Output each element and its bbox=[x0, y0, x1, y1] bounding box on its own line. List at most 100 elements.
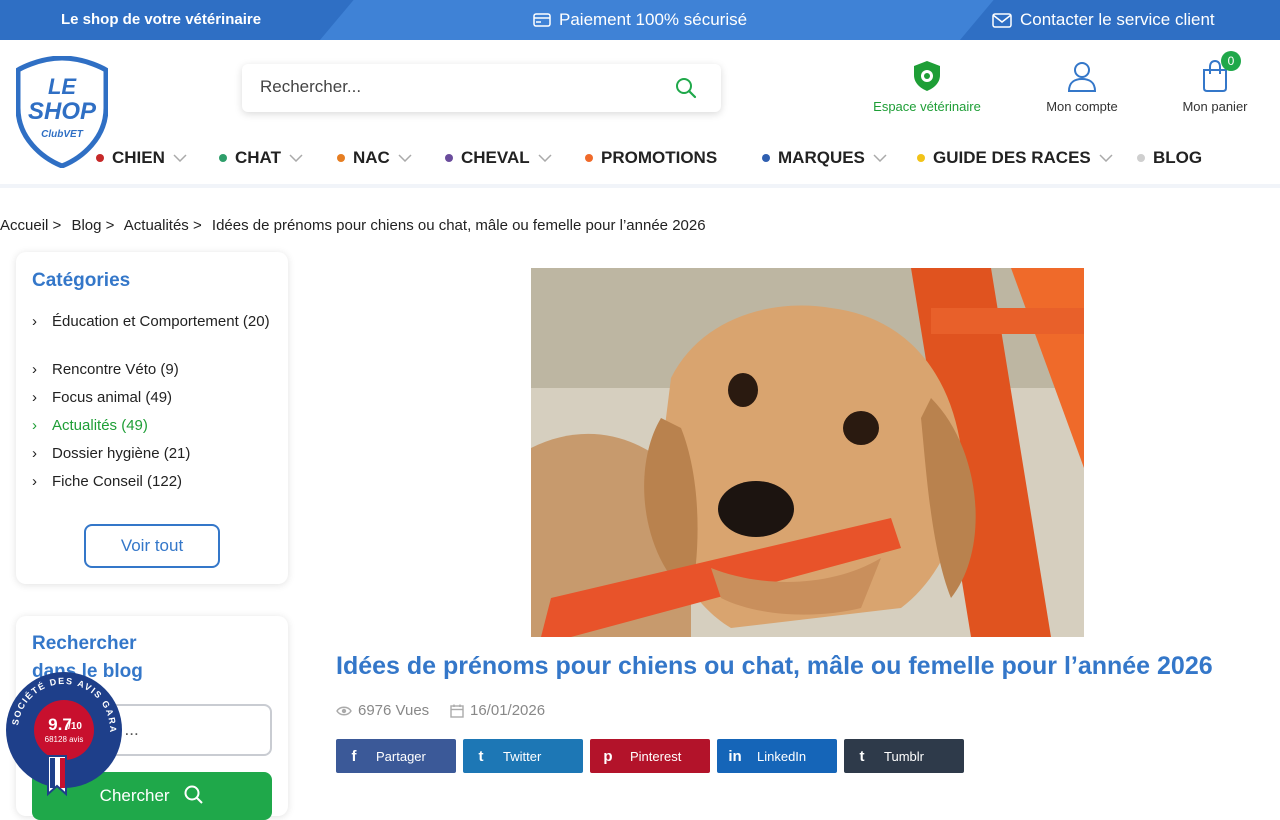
share-pinterest-button[interactable]: p Pinterest bbox=[590, 739, 710, 773]
avis-count: 68128 avis bbox=[45, 735, 84, 744]
breadcrumb-actualites[interactable]: Actualités > bbox=[124, 217, 202, 234]
chevron-right-icon: › bbox=[32, 417, 37, 434]
account-label: Mon compte bbox=[1046, 99, 1118, 114]
nav-item-cheval[interactable]: CHEVAL bbox=[445, 148, 552, 168]
chevron-down-icon bbox=[398, 154, 412, 162]
logo-line3: ClubVET bbox=[41, 129, 84, 140]
nav-dot bbox=[917, 154, 925, 162]
linkedin-icon: in bbox=[728, 747, 742, 765]
nav-item-chat[interactable]: CHAT bbox=[219, 148, 303, 168]
nav-item-promotions[interactable]: PROMOTIONS bbox=[585, 148, 717, 168]
tagline: Le shop de votre vétérinaire bbox=[61, 11, 262, 28]
vet-space-link[interactable]: Espace vétérinaire bbox=[868, 60, 986, 114]
cart-count-badge: 0 bbox=[1221, 51, 1241, 71]
cart-label: Mon panier bbox=[1182, 99, 1248, 114]
nav-label: CHAT bbox=[235, 148, 281, 167]
search-input[interactable] bbox=[260, 77, 660, 97]
share-label: Twitter bbox=[503, 748, 542, 764]
category-link[interactable]: › Rencontre Véto (9) bbox=[32, 360, 272, 380]
chevron-right-icon: › bbox=[32, 445, 37, 462]
contact-link[interactable]: Contacter le service client bbox=[992, 0, 1215, 40]
breadcrumb: Accueil > Blog > Actualités > Idées de p… bbox=[0, 217, 712, 234]
calendar-icon bbox=[450, 704, 464, 718]
nav-dot bbox=[337, 154, 345, 162]
chevron-down-icon bbox=[873, 154, 887, 162]
categories-card: Catégories › Éducation et Comportement (2… bbox=[16, 252, 288, 584]
article-views: 6976 Vues bbox=[336, 702, 429, 719]
share-twitter-button[interactable]: t Twitter bbox=[463, 739, 583, 773]
search-icon[interactable] bbox=[675, 77, 697, 99]
nav-label: GUIDE DES RACES bbox=[933, 148, 1091, 167]
chevron-down-icon bbox=[173, 154, 187, 162]
nav-label: MARQUES bbox=[778, 148, 865, 167]
category-label: Fiche Conseil (122) bbox=[52, 473, 183, 490]
breadcrumb-home[interactable]: Accueil > bbox=[0, 217, 61, 234]
category-link[interactable]: › Focus animal (49) bbox=[32, 388, 272, 408]
search-bar bbox=[242, 64, 721, 112]
category-link[interactable]: › Fiche Conseil (122) bbox=[32, 472, 272, 492]
avis-seal: SOCIÉTÉ DES AVIS GARANTIS 9.7 /10 68128 … bbox=[0, 660, 122, 797]
share-facebook-button[interactable]: f Partager bbox=[336, 739, 456, 773]
nav-dot bbox=[585, 154, 593, 162]
share-linkedin-button[interactable]: in LinkedIn bbox=[717, 739, 837, 773]
search-icon bbox=[184, 785, 204, 804]
share-label: Pinterest bbox=[630, 748, 682, 764]
share-label: Tumblr bbox=[884, 748, 924, 764]
article-title: Idées de prénoms pour chiens ou chat, mâ… bbox=[336, 652, 1213, 680]
nav-dot bbox=[762, 154, 770, 162]
chevron-down-icon bbox=[538, 154, 552, 162]
chevron-down-icon bbox=[1099, 154, 1113, 162]
facebook-icon: f bbox=[351, 747, 357, 765]
category-label: Actualités (49) bbox=[52, 417, 148, 434]
nav-label: BLOG bbox=[1153, 148, 1203, 167]
account-link[interactable]: Mon compte bbox=[1040, 60, 1124, 114]
category-link[interactable]: › Dossier hygiène (21) bbox=[32, 444, 272, 464]
chevron-right-icon: › bbox=[32, 389, 37, 406]
article-date: 16/01/2026 bbox=[450, 702, 545, 719]
contact-label: Contacter le service client bbox=[1020, 10, 1215, 29]
voir-tout-button[interactable]: Voir tout bbox=[84, 524, 220, 568]
nav-item-marques[interactable]: MARQUES bbox=[762, 148, 887, 168]
tumblr-icon: t bbox=[859, 747, 865, 765]
nav-item-guide-des-races[interactable]: GUIDE DES RACES bbox=[917, 148, 1113, 168]
avis-garantis-badge[interactable]: SOCIÉTÉ DES AVIS GARANTIS 9.7 /10 68128 … bbox=[0, 660, 124, 800]
chevron-down-icon bbox=[289, 154, 303, 162]
avis-out-of: /10 bbox=[68, 721, 82, 732]
category-label: Focus animal (49) bbox=[52, 389, 173, 406]
twitter-icon: t bbox=[478, 747, 484, 765]
nav-dot bbox=[219, 154, 227, 162]
category-label: Rencontre Véto (9) bbox=[52, 361, 179, 378]
main-nav: CHIEN CHAT NAC CHEVAL PROMOTIONS MARQUES… bbox=[0, 144, 1280, 174]
logo-line1: LE bbox=[48, 74, 77, 99]
category-link[interactable]: › Éducation et Comportement (20) bbox=[32, 312, 272, 332]
chevron-right-icon: › bbox=[32, 473, 37, 490]
logo-line2: SHOP bbox=[28, 98, 97, 125]
top-bar: Le shop de votre vétérinaire Paiement 10… bbox=[0, 0, 1280, 40]
article-hero-image bbox=[531, 268, 1084, 637]
nav-label: CHEVAL bbox=[461, 148, 530, 167]
eye-icon bbox=[336, 706, 352, 715]
breadcrumb-current: Idées de prénoms pour chiens ou chat, mâ… bbox=[211, 217, 706, 234]
nav-dot bbox=[1137, 154, 1145, 162]
views-label: 6976 Vues bbox=[358, 702, 430, 719]
pinterest-icon: p bbox=[603, 747, 613, 765]
nav-dot bbox=[445, 154, 453, 162]
share-label: Partager bbox=[376, 748, 426, 764]
nav-divider bbox=[0, 184, 1280, 188]
nav-item-blog[interactable]: BLOG bbox=[1137, 148, 1202, 168]
nav-item-nac[interactable]: NAC bbox=[337, 148, 412, 168]
breadcrumb-blog[interactable]: Blog > bbox=[71, 217, 114, 234]
categories-title: Catégories bbox=[32, 270, 131, 291]
user-icon bbox=[1067, 62, 1097, 92]
nav-label: NAC bbox=[353, 148, 390, 167]
chevron-right-icon: › bbox=[32, 361, 37, 378]
nav-label: PROMOTIONS bbox=[601, 148, 718, 167]
nav-item-chien[interactable]: CHIEN bbox=[96, 148, 187, 168]
cart-link[interactable]: 0 Mon panier bbox=[1175, 51, 1255, 114]
category-link-active[interactable]: › Actualités (49) bbox=[32, 416, 272, 436]
category-label: Dossier hygiène (21) bbox=[52, 445, 191, 462]
share-tumblr-button[interactable]: t Tumblr bbox=[844, 739, 964, 773]
vet-shield-icon bbox=[914, 61, 940, 91]
secure-payment-label: Paiement 100% sécurisé bbox=[559, 10, 748, 29]
puppy-photo bbox=[531, 268, 1084, 637]
